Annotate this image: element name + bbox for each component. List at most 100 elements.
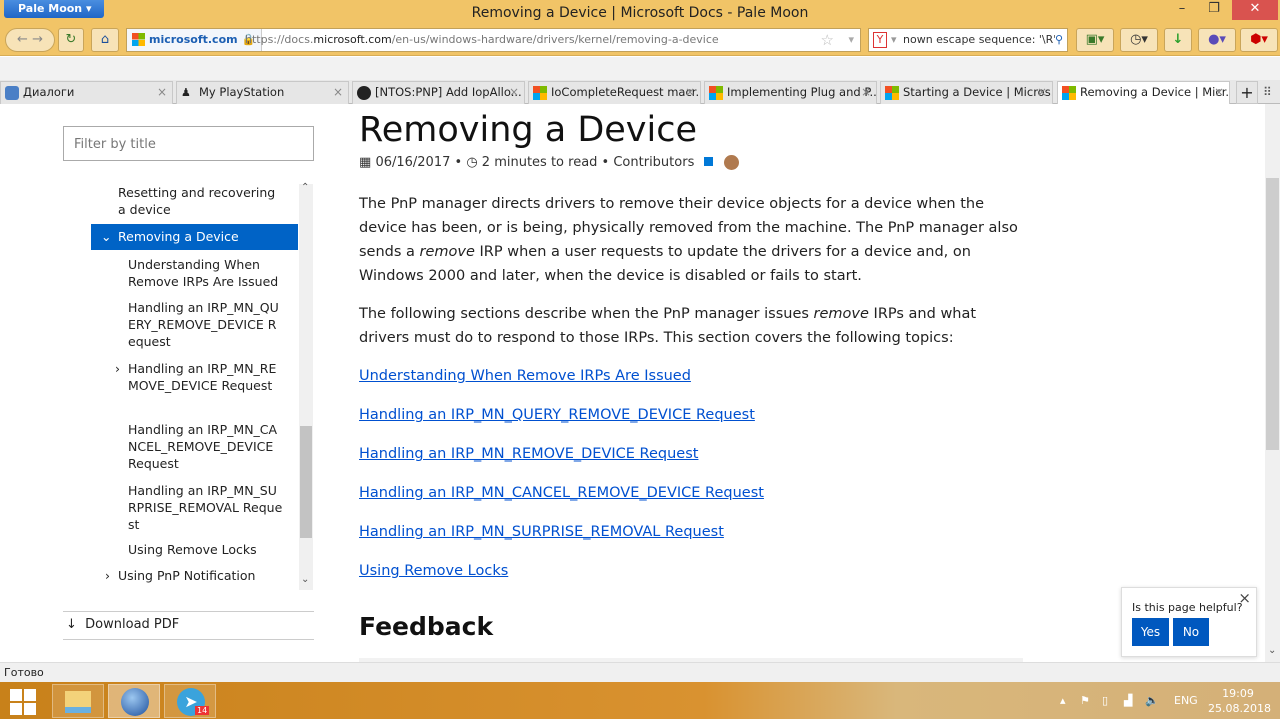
filter-input[interactable]: Filter by title [63,126,314,161]
toc-item[interactable]: Handling an IRP_MN_CANCEL_REMOVE_DEVICE … [128,421,283,472]
sidebar-scroll-down-icon[interactable]: ⌄ [301,574,309,585]
close-button[interactable]: ✕ [1232,0,1278,20]
tab[interactable]: Implementing Plug and P... × [704,81,877,104]
tab[interactable]: ♟ My PlayStation × [176,81,349,104]
tab-close-icon[interactable]: × [1037,82,1047,103]
tab[interactable]: Диалоги × [0,81,173,104]
tab[interactable]: Removing a Device | Micr... × [1057,81,1230,104]
url-host: microsoft.com [313,33,392,46]
identity-label: microsoft.com [149,33,238,46]
yes-button[interactable]: Yes [1132,618,1169,646]
toc-label: Handling an IRP_MN_REMOVE_DEVICE Request [128,361,277,393]
topic-link[interactable]: Handling an IRP_MN_CANCEL_REMOVE_DEVICE … [359,485,764,501]
toc-item[interactable]: Using Remove Locks [128,541,283,558]
new-tab-button[interactable]: + [1236,81,1258,104]
emphasis: remove [419,244,475,260]
calendar-icon: ▦ [359,155,372,170]
tray-network-icon[interactable]: ▟ [1124,694,1132,707]
tray-flag-icon[interactable]: ⚑ [1080,694,1090,707]
download-pdf-label: Download PDF [85,617,180,632]
tab-label: Диалоги [23,85,75,99]
back-forward-button[interactable]: ← → [5,28,55,52]
download-pdf-link[interactable]: ↓ Download PDF [66,617,179,632]
no-button[interactable]: No [1173,618,1209,646]
search-engine-dropdown-icon[interactable]: ▾ [891,29,897,51]
toc-item[interactable]: Understanding When Remove IRPs Are Issue… [128,256,283,290]
home-button[interactable]: ⌂ [91,28,119,52]
history-button[interactable]: ◷▾ [1120,28,1158,52]
tab-close-icon[interactable]: × [685,82,695,103]
language-indicator[interactable]: ENG [1174,694,1198,707]
toc-item[interactable]: › Handling an IRP_MN_REMOVE_DEVICE Reques… [115,360,283,394]
taskbar-pale-moon[interactable] [108,684,160,718]
clock[interactable]: 19:09 25.08.2018 [1208,686,1271,716]
search-input[interactable]: nown escape sequence: '\R' [ [903,33,1064,46]
toc-item[interactable]: ⌄ Removing a Device [91,224,298,250]
search-bar[interactable]: Y ▾ nown escape sequence: '\R' [ ⚲ [868,28,1068,52]
url-text[interactable]: https://docs.microsoft.com/en-us/windows… [245,29,719,51]
contributor-avatar[interactable] [723,155,739,170]
contributors-link[interactable]: Contributors [613,155,694,170]
sidebar-scroll-up-icon[interactable]: ⌃ [301,182,309,193]
pale-moon-menu-button[interactable]: Pale Moon ▾ [4,0,104,18]
chevron-right-icon[interactable]: › [105,567,110,584]
topic-link[interactable]: Understanding When Remove IRPs Are Issue… [359,368,691,384]
bookmark-star-icon[interactable]: ☆ [821,29,834,51]
reload-button[interactable]: ↻ [58,28,84,52]
taskbar-file-explorer[interactable] [52,684,104,718]
tab-close-icon[interactable]: × [509,82,519,103]
chevron-down-icon[interactable]: ⌄ [101,224,111,250]
telegram-badge: 14 [195,706,210,715]
page-scrollbar-thumb[interactable] [1266,178,1279,450]
windows-contributor-icon[interactable] [704,157,714,166]
bookmarks-button[interactable]: ▣▾ [1076,28,1114,52]
yandex-icon[interactable]: Y [873,32,887,48]
toc-item[interactable]: Handling an IRP_MN_SURPRISE_REMOVAL Requ… [128,482,283,533]
tray-device-icon[interactable]: ▯ [1102,694,1108,707]
taskbar-telegram[interactable]: ➤ 14 [164,684,216,718]
sidebar-scrollbar-thumb[interactable] [300,426,312,538]
url-dropdown-icon[interactable]: ▾ [848,29,854,51]
tab-close-icon[interactable]: × [333,82,343,103]
tab[interactable]: IoCompleteRequest macr... × [528,81,701,104]
tab-close-icon[interactable]: × [157,82,167,103]
tab[interactable]: [NTOS:PNP] Add IopAllo... × [352,81,525,104]
topic-link[interactable]: Handling an IRP_MN_SURPRISE_REMOVAL Requ… [359,524,724,540]
tab-label: My PlayStation [199,85,285,99]
scroll-down-icon[interactable]: ⌄ [1268,645,1276,656]
forward-icon[interactable]: → [32,32,43,47]
windows-start-icon[interactable] [10,689,36,715]
topic-link[interactable]: Handling an IRP_MN_REMOVE_DEVICE Request [359,446,698,462]
tab-close-icon[interactable]: × [861,82,871,103]
pale-moon-icon [121,688,149,716]
read-time: 2 minutes to read [481,155,598,170]
url-prefix: https://docs. [245,33,314,46]
article-meta: ▦ 06/16/2017 • ◷ 2 minutes to read • Con… [359,155,739,170]
tab-close-icon[interactable]: × [1214,82,1224,103]
toc-item[interactable]: Handling an IRP_MN_QUERY_REMOVE_DEVICE R… [128,299,283,350]
chevron-right-icon[interactable]: › [115,360,120,377]
topic-link[interactable]: Handling an IRP_MN_QUERY_REMOVE_DEVICE R… [359,407,755,423]
minimize-button[interactable]: – [1168,0,1196,20]
close-icon[interactable]: × [1238,589,1251,607]
adblock-button[interactable]: ⬢▾ [1240,28,1278,52]
topic-link[interactable]: Using Remove Locks [359,563,508,579]
helpful-popup: Is this page helpful? × Yes No [1121,587,1257,657]
tray-expand-icon[interactable]: ▴ [1060,694,1066,707]
tab[interactable]: Starting a Device | Micros... × [880,81,1053,104]
url-bar[interactable]: microsoft.com 🔒 https://docs.microsoft.c… [126,28,861,52]
tab-list-icon[interactable]: ⠿ [1263,81,1272,103]
app-button-label: Pale Moon [18,2,83,15]
restore-button[interactable]: ❐ [1200,0,1228,20]
toc-item[interactable]: › Using PnP Notification [105,567,283,584]
downloads-button[interactable]: ↓ [1164,28,1192,52]
back-icon[interactable]: ← [17,32,28,47]
site-identity[interactable]: microsoft.com 🔒 [127,29,263,51]
addon-button[interactable]: ●▾ [1198,28,1236,52]
toc-item[interactable]: Resetting and recovering a device [118,184,283,218]
tab-label: [NTOS:PNP] Add IopAllo... [375,85,522,99]
article-date: 06/16/2017 [375,155,451,170]
search-icon[interactable]: ⚲ [1054,29,1063,51]
tray-volume-icon[interactable]: 🔈 [1145,694,1159,707]
web-page: Filter by title Resetting and recovering… [0,104,1265,662]
